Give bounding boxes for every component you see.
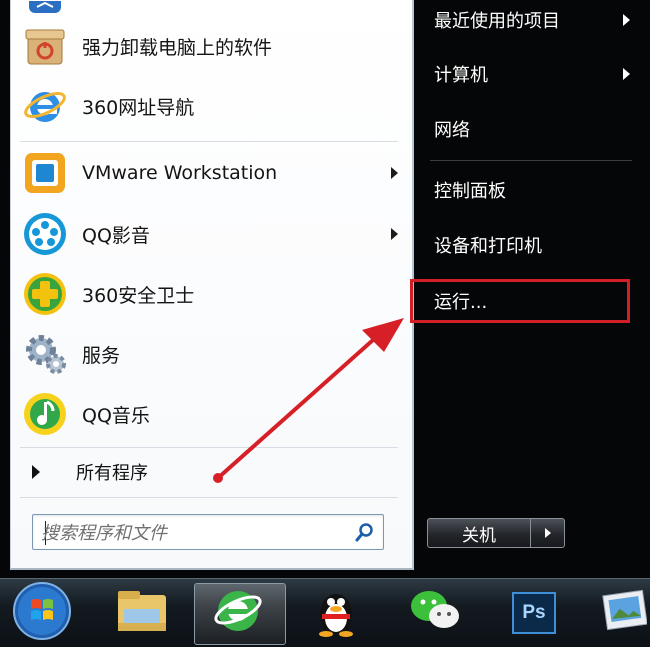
all-programs-label: 所有程序 xyxy=(76,463,148,484)
qq-player-icon xyxy=(20,209,70,259)
right-item-label: 最近使用的项目 xyxy=(434,11,560,32)
wechat-icon xyxy=(409,588,463,638)
submenu-arrow-icon xyxy=(391,167,398,179)
program-label: QQ音乐 xyxy=(82,404,150,427)
360-browser-icon xyxy=(213,586,263,640)
taskbar-photo-viewer-button[interactable] xyxy=(592,579,650,647)
program-item-qq-music[interactable]: QQ音乐 xyxy=(18,386,408,442)
all-programs-button[interactable]: 所有程序 xyxy=(20,454,400,490)
program-label: 服务 xyxy=(82,344,121,367)
right-item-control-panel[interactable]: 控制面板 xyxy=(420,170,636,210)
right-item-computer[interactable]: 计算机 xyxy=(420,54,636,94)
program-label: 360网址导航 xyxy=(82,96,195,119)
right-item-label: 设备和打印机 xyxy=(434,236,542,257)
submenu-arrow-icon xyxy=(623,68,630,80)
program-item-360-guard[interactable]: 360安全卫士 xyxy=(18,266,408,322)
photo-viewer-icon xyxy=(595,587,648,639)
program-label: VMware Workstation xyxy=(82,162,278,184)
right-item-label: 网络 xyxy=(434,120,470,141)
shutdown-group: 关机 xyxy=(427,518,565,548)
shutdown-button[interactable]: 关机 xyxy=(427,518,531,548)
program-label: 强力卸载电脑上的软件 xyxy=(82,36,273,59)
separator xyxy=(20,447,398,448)
taskbar-explorer-button[interactable] xyxy=(104,579,180,647)
right-item-devices-printers[interactable]: 设备和打印机 xyxy=(420,225,636,265)
qq-music-icon xyxy=(20,389,70,439)
right-item-label: 计算机 xyxy=(434,65,488,86)
program-label: QQ影音 xyxy=(82,224,150,247)
search-box[interactable] xyxy=(32,514,384,550)
program-item-uninstaller[interactable]: 强力卸载电脑上的软件 xyxy=(18,18,408,74)
services-gear-icon xyxy=(20,329,70,379)
right-item-label: 控制面板 xyxy=(434,181,506,202)
separator xyxy=(430,160,632,161)
right-item-network[interactable]: 网络 xyxy=(420,109,636,149)
program-item-qq-player[interactable]: QQ影音 xyxy=(18,206,408,262)
windows-explorer-icon xyxy=(114,587,170,639)
partial-top-icon[interactable] xyxy=(25,0,65,14)
taskbar-360-browser-button[interactable] xyxy=(200,579,276,647)
taskbar-qq-button[interactable] xyxy=(298,579,374,647)
shutdown-options-button[interactable] xyxy=(531,518,565,548)
uninstaller-box-icon xyxy=(20,21,70,71)
program-label: 360安全卫士 xyxy=(82,284,195,307)
search-icon[interactable] xyxy=(355,522,375,546)
vmware-icon xyxy=(20,148,70,198)
program-item-vmware[interactable]: VMware Workstation xyxy=(18,145,408,201)
start-orb-icon xyxy=(11,580,73,646)
taskbar-photoshop-button[interactable]: Ps xyxy=(496,579,572,647)
photoshop-icon: Ps xyxy=(512,592,556,634)
separator xyxy=(20,497,398,498)
run-highlight-box xyxy=(410,279,630,323)
separator xyxy=(20,141,398,142)
qq-penguin-icon xyxy=(314,584,358,642)
submenu-arrow-icon xyxy=(623,14,630,26)
ie-browser-icon xyxy=(20,81,70,131)
search-input[interactable] xyxy=(39,518,343,548)
arrow-right-icon xyxy=(544,528,551,538)
start-orb-button[interactable] xyxy=(4,579,80,647)
submenu-arrow-icon xyxy=(391,228,398,240)
photoshop-label: Ps xyxy=(522,602,546,623)
360-guard-icon xyxy=(20,269,70,319)
right-item-recent-items[interactable]: 最近使用的项目 xyxy=(420,0,636,40)
expand-arrow-icon xyxy=(32,465,40,479)
program-item-services[interactable]: 服务 xyxy=(18,326,408,382)
taskbar: Ps xyxy=(0,578,650,647)
program-item-360-nav[interactable]: 360网址导航 xyxy=(18,78,408,134)
taskbar-wechat-button[interactable] xyxy=(398,579,474,647)
